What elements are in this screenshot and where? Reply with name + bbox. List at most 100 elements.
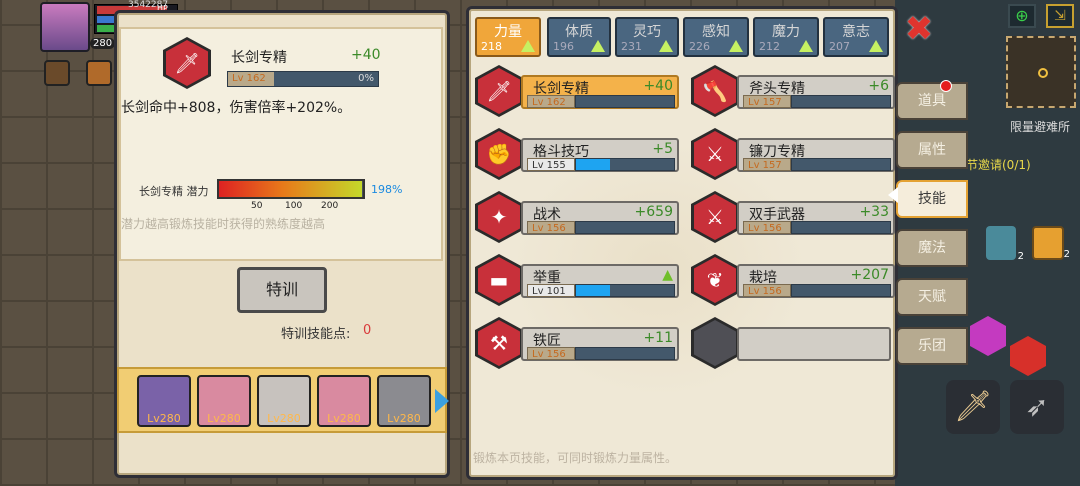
detail-skill-name: 长剑专精 (231, 50, 287, 66)
tactics-icon: ✦ (478, 194, 520, 240)
active-tab-pointer-icon (888, 187, 898, 203)
upgrade-triangle-icon (799, 40, 813, 52)
side-tab[interactable]: 乐团 (896, 327, 968, 365)
train-points-label: 特训技能点: (281, 327, 351, 342)
skill-row[interactable]: 🗡 长剑专精 +40 Lv 162 (475, 65, 685, 121)
skill-icon-frame: 🗡 (475, 65, 523, 117)
side-tab[interactable]: 属性 (896, 131, 968, 169)
chest-icon[interactable]: 2 (1032, 226, 1070, 260)
skill-progress-bar (575, 95, 675, 108)
attribute-tab[interactable]: 体质 196 (547, 17, 611, 57)
party-member-portrait[interactable]: Lv280 (317, 375, 371, 427)
skill-progress-bar (791, 284, 891, 297)
item-slot-icon[interactable]: 2 (986, 226, 1024, 262)
party-member-portrait[interactable]: Lv280 (197, 375, 251, 427)
skill-level: Lv 156 (527, 347, 575, 360)
attribute-tab[interactable]: 灵巧 231 (615, 17, 679, 57)
attribute-tab-value: 218 (481, 40, 502, 53)
buff-icon[interactable] (44, 60, 70, 86)
potential-bar-fill (219, 181, 362, 197)
skill-row[interactable]: ❦ 栽培 +207 Lv 156 (691, 254, 901, 310)
network-icon[interactable]: ⊕ (1008, 4, 1036, 28)
fist-icon: ✊ (478, 131, 520, 177)
skill-bonus: +659 (634, 204, 673, 220)
side-tab[interactable]: 技能 (896, 180, 968, 218)
side-tab[interactable]: 道具 (896, 82, 968, 120)
skill-bonus: +6 (868, 78, 889, 94)
skill-bonus: +207 (850, 267, 889, 283)
attribute-tab-name: 感知 (702, 24, 730, 40)
skill-icon-frame: ✦ (475, 191, 523, 243)
quest-progress-text[interactable]: 节邀请(0/1) (966, 156, 1031, 173)
party-member-portrait[interactable]: Lv280 (257, 375, 311, 427)
skill-icon-frame: ❦ (691, 254, 739, 306)
skill-bar: 镰刀专精 Lv 157 (737, 138, 895, 172)
attribute-tab[interactable]: 力量 218 (475, 17, 541, 57)
skill-bonus: +5 (652, 141, 673, 157)
skill-row[interactable]: ⚔ 镰刀专精 Lv 157 (691, 128, 901, 184)
party-member-row: Lv280 Lv280 Lv280 Lv280 Lv280 (117, 367, 447, 433)
sword-attack-icon[interactable]: 🗡 (946, 380, 1000, 434)
detail-skill-level: Lv 162 (228, 72, 274, 86)
skill-row[interactable]: ⚒ 铁匠 +11 Lv 156 (475, 317, 685, 373)
potential-percent: 198% (371, 183, 403, 196)
minimap[interactable] (1006, 36, 1076, 108)
skill-bar: 举重 ▲ Lv 101 (521, 264, 679, 298)
upgrade-triangle-icon (729, 40, 743, 52)
attribute-tab[interactable]: 魔力 212 (753, 17, 819, 57)
skill-detail-panel: 🗡 长剑专精 +40 Lv 162 0% 长剑命中+808，伤害倍率+202%。… (114, 10, 450, 478)
hp-value: 3542287 (128, 0, 169, 10)
attribute-tab-value: 212 (759, 40, 780, 53)
sword-icon: 🗡 (478, 68, 520, 114)
minimap-player-marker-icon (1038, 68, 1048, 78)
skill-bar: 战术 +659 Lv 156 (521, 201, 679, 235)
skill-progress-bar (575, 221, 675, 234)
close-icon[interactable]: ✖ (902, 12, 936, 48)
skill-row[interactable]: 🪓 斧头专精 +6 Lv 157 (691, 65, 901, 121)
party-next-arrow-icon[interactable] (435, 389, 449, 413)
skill-icon-frame: ⚒ (475, 317, 523, 369)
party-member-portrait[interactable]: Lv280 (137, 375, 191, 427)
potential-tick: 50 (251, 201, 263, 211)
skill-progress-fill (576, 285, 611, 296)
party-member-portrait[interactable]: Lv280 (377, 375, 431, 427)
exit-icon[interactable]: ⇲ (1046, 4, 1074, 28)
side-tab[interactable]: 魔法 (896, 229, 968, 267)
skill-bar: 双手武器 +33 Lv 156 (737, 201, 895, 235)
skill-progress-bar (575, 158, 675, 171)
item-count: 2 (1017, 251, 1024, 262)
potential-label: 长剑专精 潜力 (139, 185, 209, 198)
skill-level: Lv 101 (527, 284, 575, 297)
dumbbell-icon: ▬ (478, 257, 520, 303)
skill-level: Lv 157 (743, 95, 791, 108)
attribute-tab-name: 灵巧 (633, 24, 661, 40)
attribute-tab-value: 226 (689, 40, 710, 53)
potential-tick: 100 (285, 201, 303, 211)
side-tab[interactable]: 天赋 (896, 278, 968, 316)
detail-skill-progress: 0% (358, 73, 374, 84)
attribute-tab[interactable]: 感知 226 (683, 17, 749, 57)
skill-bonus: ▲ (662, 267, 673, 283)
party-member-level: Lv280 (267, 412, 301, 425)
attribute-tab[interactable]: 意志 207 (823, 17, 889, 57)
upgrade-triangle-icon (869, 40, 883, 52)
bow-icon[interactable]: ➶ (1010, 380, 1064, 434)
skill-icon-frame: ⚔ (691, 191, 739, 243)
skill-row[interactable]: ⚔ 双手武器 +33 Lv 156 (691, 191, 901, 247)
buff-icon[interactable] (86, 60, 112, 86)
upgrade-triangle-icon (521, 40, 535, 52)
two-handed-weapon-icon: ⚔ (694, 194, 736, 240)
skill-row[interactable]: ✦ 战术 +659 Lv 156 (475, 191, 685, 247)
item-count: 2 (1063, 249, 1070, 260)
skill-row[interactable]: ▬ 举重 ▲ Lv 101 (475, 254, 685, 310)
skill-progress-bar (791, 158, 891, 171)
train-button[interactable]: 特训 (237, 267, 327, 313)
player-avatar[interactable] (40, 2, 90, 52)
anvil-icon: ⚒ (478, 320, 520, 366)
skill-row[interactable]: ✊ 格斗技巧 +5 Lv 155 (475, 128, 685, 184)
skill-progress-bar (791, 221, 891, 234)
skill-description: 长剑命中+808，伤害倍率+202%。 (121, 100, 352, 116)
skill-level: Lv 156 (527, 221, 575, 234)
skill-level: Lv 155 (527, 158, 575, 171)
skill-level: Lv 157 (743, 158, 791, 171)
